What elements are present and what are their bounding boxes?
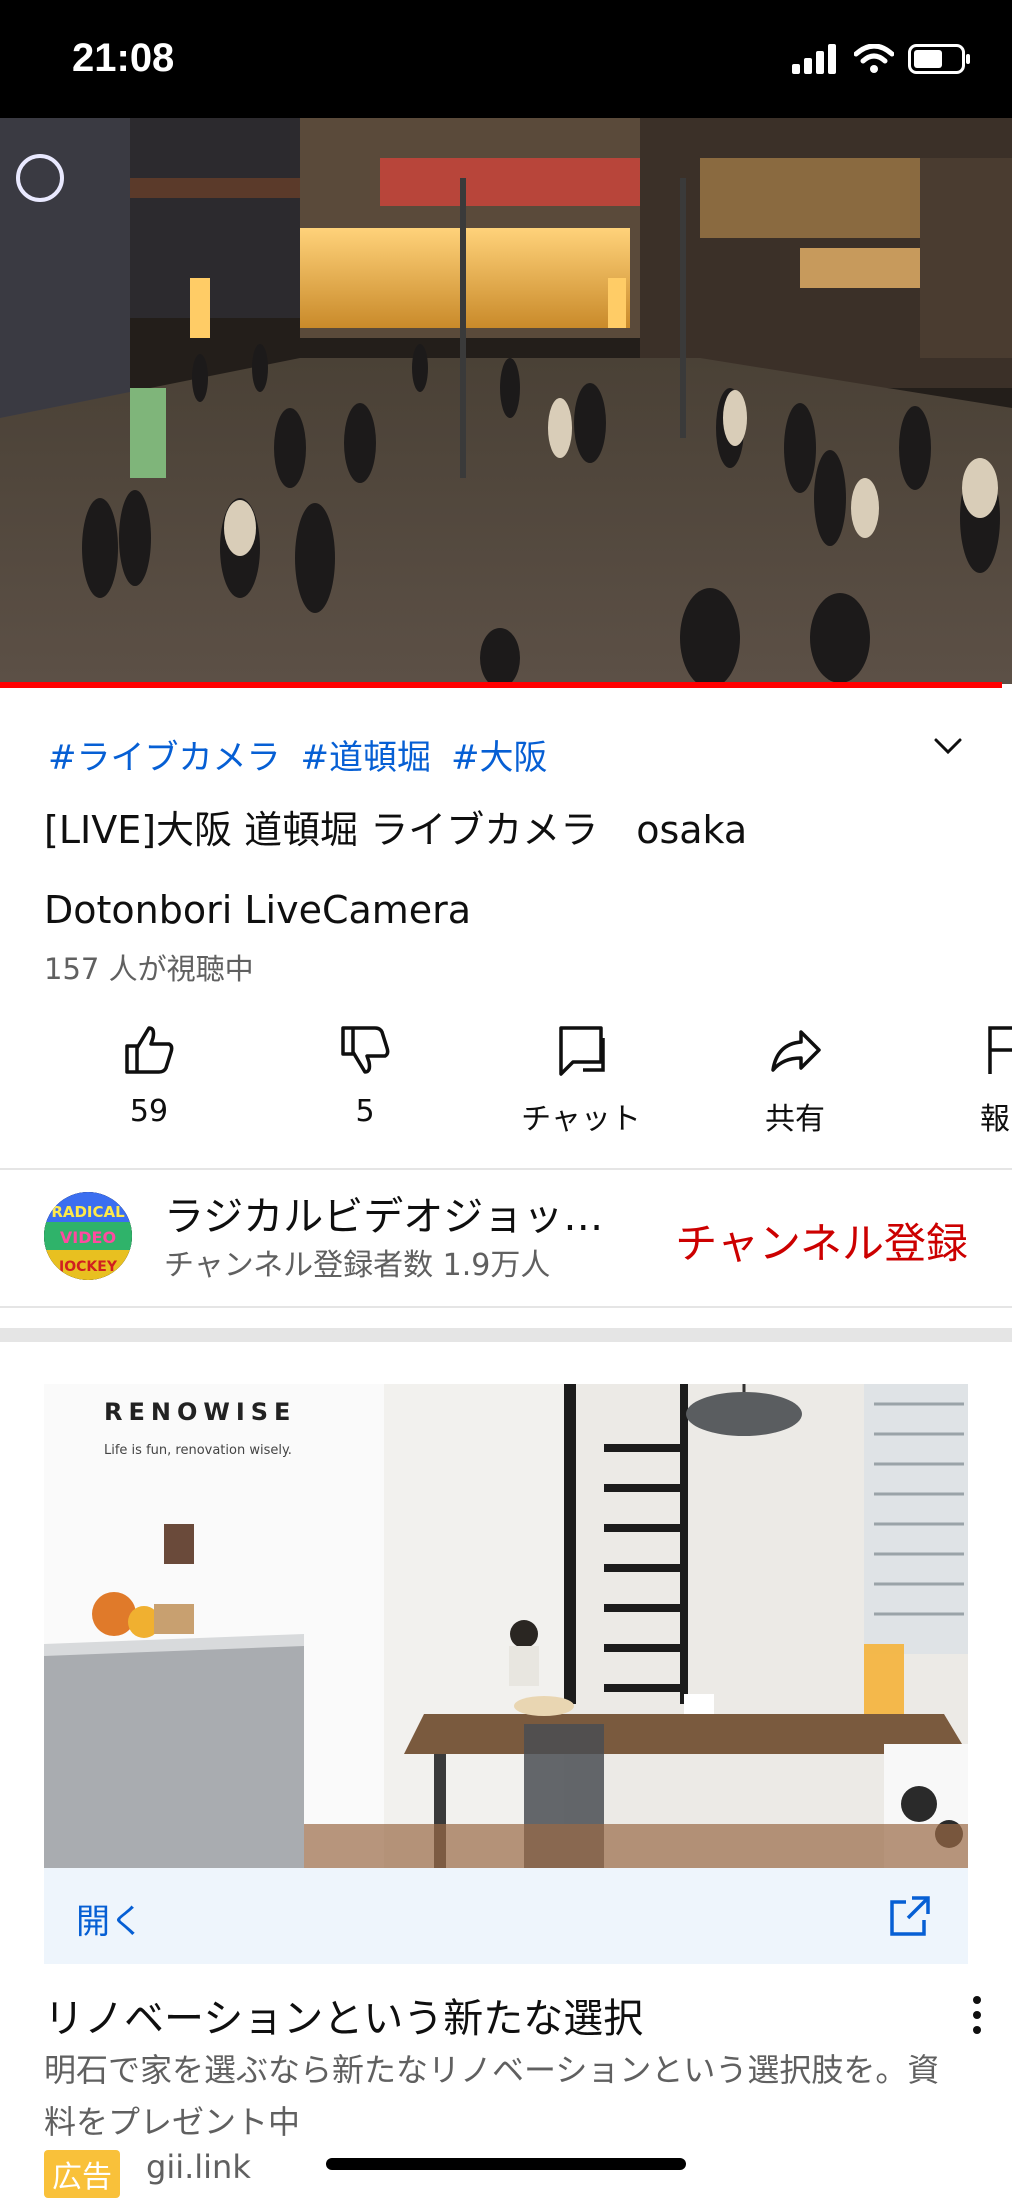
dislike-button[interactable]: 5 xyxy=(290,1018,440,1129)
hashtag-link[interactable]: #ライブカメラ xyxy=(48,730,281,779)
wifi-icon xyxy=(854,44,894,73)
video-title-line: Dotonbori LiveCamera xyxy=(44,888,472,932)
ad-domain: gii.link xyxy=(146,2148,251,2186)
section-separator xyxy=(0,1328,1012,1342)
share-button[interactable]: 共有 xyxy=(720,1018,870,1138)
chat-button[interactable]: チャット xyxy=(506,1018,656,1138)
report-icon xyxy=(988,1026,1012,1074)
viewer-count: 157 人が視聴中 xyxy=(44,952,254,986)
ad-brand: RENOWISE xyxy=(104,1398,296,1426)
report-label: 報 xyxy=(980,1102,1010,1137)
ad-tagline: Life is fun, renovation wisely. xyxy=(104,1443,292,1458)
report-button[interactable]: 報 xyxy=(928,1018,1012,1138)
ad-title[interactable]: リノベーションという新たな選択 xyxy=(44,1986,643,2044)
channel-subscriber-count: チャンネル登録者数 1.9万人 xyxy=(164,1248,551,1283)
more-vert-icon[interactable] xyxy=(962,1990,992,2040)
svg-text:JOCKEY: JOCKEY xyxy=(58,1259,118,1275)
share-label: 共有 xyxy=(765,1102,825,1137)
signal-icon xyxy=(792,44,836,74)
hashtag-link[interactable]: #道頓堀 xyxy=(301,730,432,779)
status-time: 21:08 xyxy=(72,36,175,80)
video-player[interactable] xyxy=(0,118,1012,684)
ad-open-label[interactable]: 開く xyxy=(76,1894,144,1943)
ad-open-bar[interactable]: 開く xyxy=(44,1868,968,1964)
like-count: 59 xyxy=(129,1094,169,1129)
video-title[interactable]: [LIVE]大阪 道頓堀 ライブカメラ osaka Dotonbori Live… xyxy=(44,790,944,950)
avatar-logo: RADICAL VIDEO JOCKEY xyxy=(44,1192,132,1280)
ad-photo: RENOWISE Life is fun, renovation wisely. xyxy=(44,1384,968,1868)
chat-label: チャット xyxy=(521,1102,641,1137)
battery-icon xyxy=(908,44,970,74)
divider xyxy=(0,1306,1012,1308)
dislike-count: 5 xyxy=(355,1094,375,1129)
share-icon xyxy=(771,1030,821,1072)
status-icons xyxy=(792,44,972,74)
subscribe-button[interactable]: チャンネル登録 xyxy=(675,1210,968,1271)
svg-text:VIDEO: VIDEO xyxy=(60,1228,116,1247)
video-frame xyxy=(0,118,1012,684)
chevron-down-icon[interactable] xyxy=(928,726,968,766)
chat-icon xyxy=(559,1026,605,1076)
status-bar: 21:08 xyxy=(0,0,1012,118)
thumbs-down-icon xyxy=(341,1026,390,1074)
ad-description: 明石で家を選ぶなら新たなリノベーションという選択肢を。資料をプレゼント中 xyxy=(44,2051,940,2141)
hashtag-link[interactable]: #大阪 xyxy=(451,730,548,779)
ad-badge: 広告 xyxy=(44,2150,120,2198)
divider xyxy=(0,1168,1012,1170)
home-indicator[interactable] xyxy=(326,2158,686,2170)
thumbs-up-icon xyxy=(125,1026,174,1074)
channel-avatar[interactable]: RADICAL VIDEO JOCKEY xyxy=(44,1192,132,1280)
channel-name[interactable]: ラジカルビデオジョッキー xyxy=(164,1184,634,1242)
external-link-icon[interactable] xyxy=(888,1894,932,1938)
like-button[interactable]: 59 xyxy=(74,1018,224,1129)
ad-image[interactable]: RENOWISE Life is fun, renovation wisely. xyxy=(44,1384,968,1868)
svg-text:RADICAL: RADICAL xyxy=(51,1203,125,1221)
hashtags: #ライブカメラ #道頓堀 #大阪 xyxy=(48,730,548,779)
live-progress-bar[interactable] xyxy=(0,682,1002,688)
action-row: 59 5 チャット 共有 報 xyxy=(0,1018,1012,1138)
video-title-line: [LIVE]大阪 道頓堀 ライブカメラ osaka xyxy=(44,808,748,852)
